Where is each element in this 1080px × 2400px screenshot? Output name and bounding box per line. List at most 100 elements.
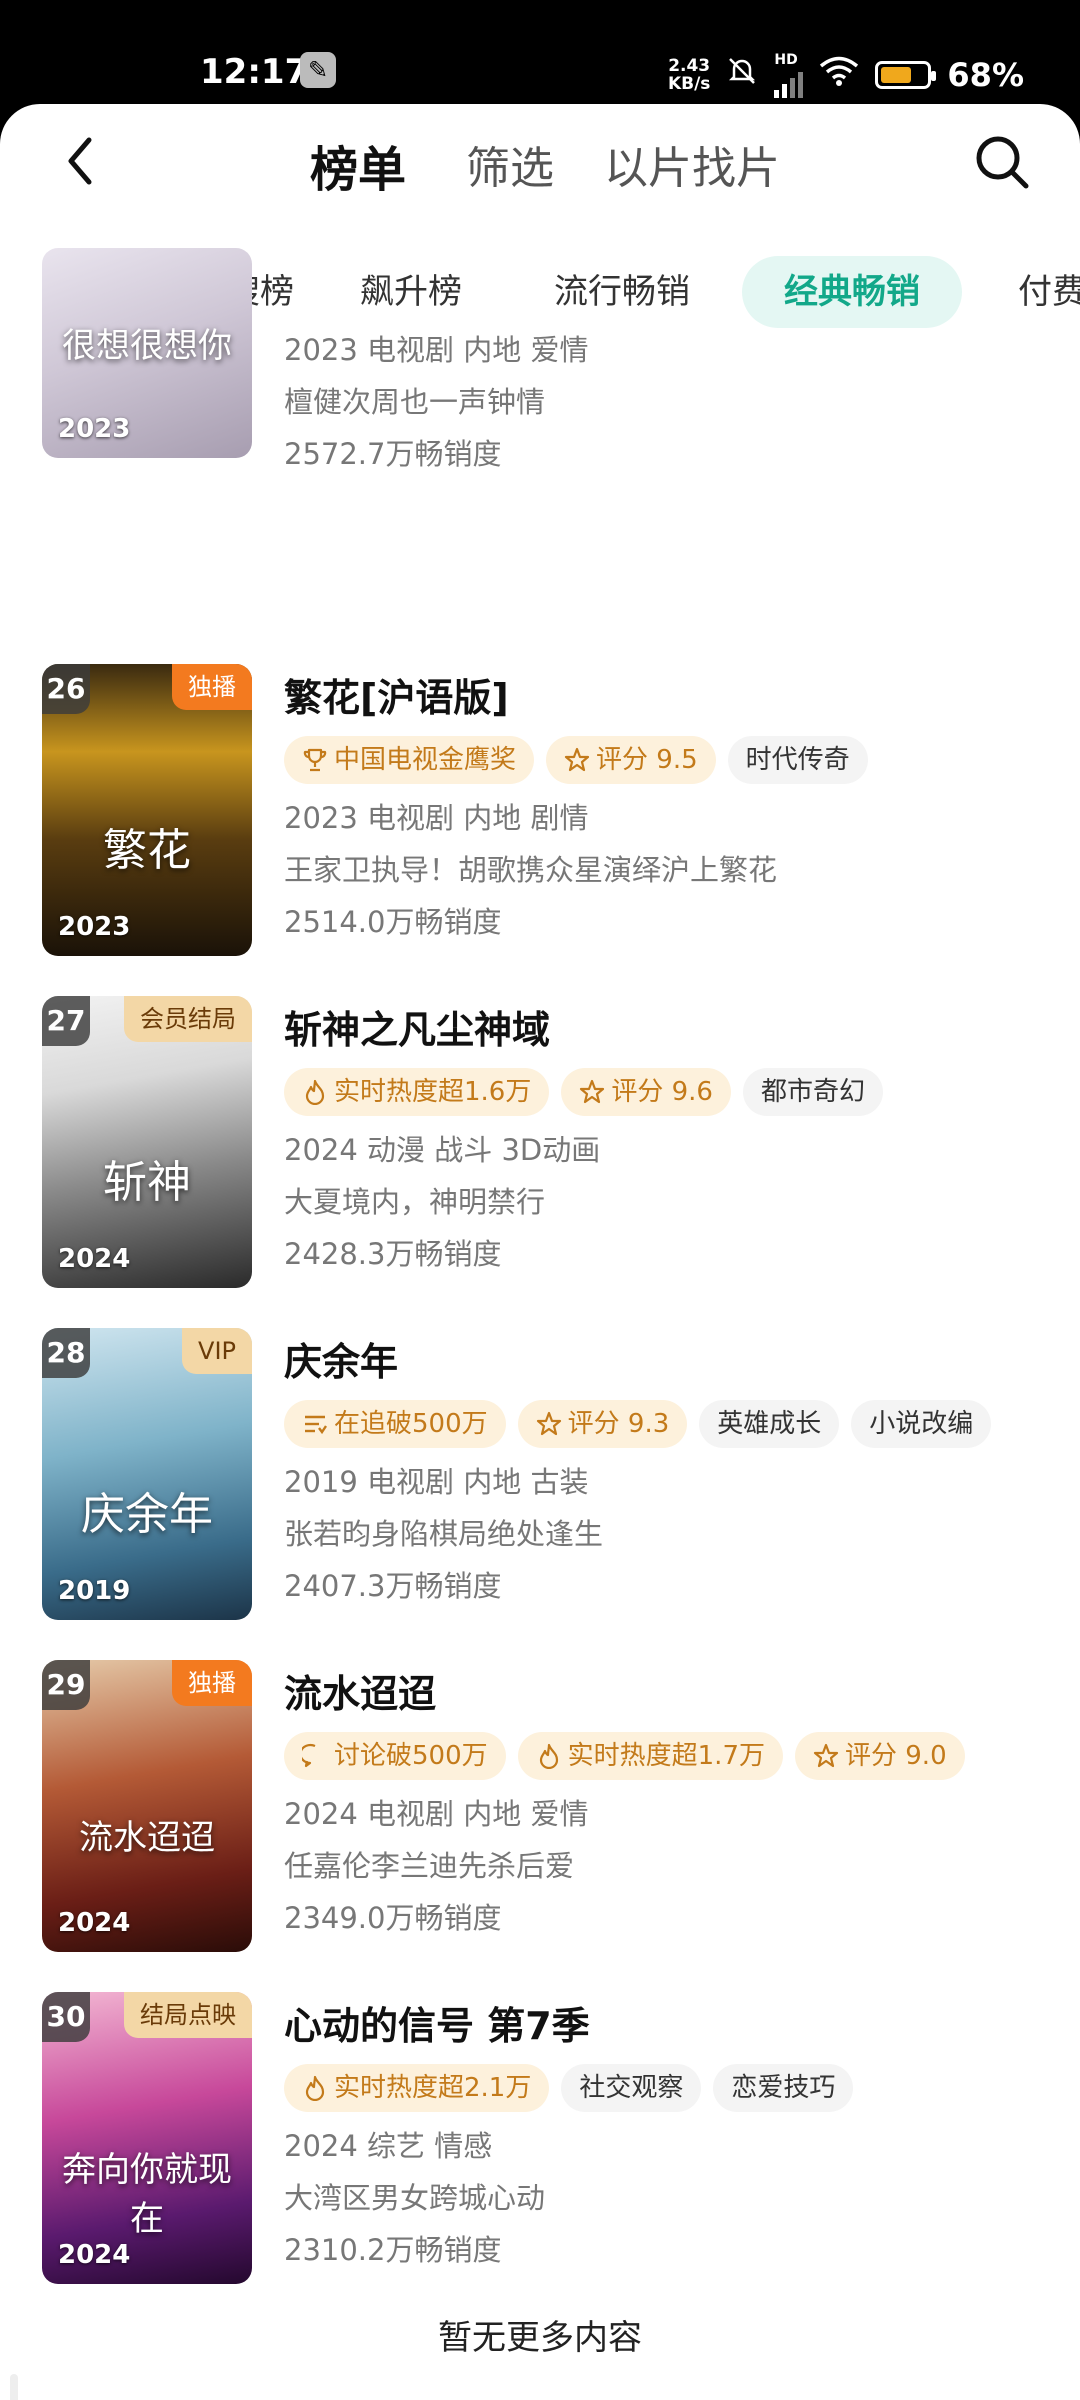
item-description: 任嘉伦李兰迪先杀后爱 bbox=[284, 1849, 575, 1883]
item-description: 张若昀身陷棋局绝处逢生 bbox=[284, 1517, 604, 1551]
poster-badge: VIP bbox=[182, 1328, 252, 1374]
tag-chip: 评分 9.6 bbox=[561, 1068, 731, 1116]
item-info: 繁花[沪语版] 中国电视金鹰奖 评分 9.5 时代传奇 2023 电视剧 内地 剧情 王家… bbox=[284, 664, 1064, 948]
list-item[interactable]: 奔向你就现在 30 结局点映 2024 心动的信号 第7季实时热度超2.1万 社交观察 恋爱… bbox=[0, 1992, 1080, 2288]
poster[interactable]: 奔向你就现在 30 结局点映 2024 bbox=[42, 1992, 252, 2284]
battery-level bbox=[881, 67, 912, 83]
tag-label: 恋爱技巧 bbox=[731, 2073, 836, 2103]
tag-chip[interactable]: 英雄成长 bbox=[699, 1400, 840, 1448]
item-sales: 2572.7万畅销度 bbox=[284, 437, 502, 471]
poster[interactable]: 很想很想你 2023 bbox=[42, 248, 252, 458]
item-sales: 2349.0万畅销度 bbox=[284, 1901, 502, 1935]
item-info: 庆余年在追破500万 评分 9.3 英雄成长 小说改编 2019 电视剧 内地 古装 张若… bbox=[284, 1328, 1064, 1612]
tag-row: 在追破500万 评分 9.3 英雄成长 小说改编 bbox=[284, 1400, 1064, 1448]
item-meta: 2019 电视剧 内地 古装 bbox=[284, 1465, 589, 1499]
tag-row: 中国电视金鹰奖 评分 9.5 时代传奇 bbox=[284, 736, 1064, 784]
rank-number: 29 bbox=[42, 1660, 90, 1710]
search-button[interactable] bbox=[972, 132, 1032, 192]
poster-title: 流水迢迢 bbox=[79, 1818, 215, 1858]
tag-label: 评分 9.6 bbox=[611, 1077, 713, 1107]
battery-icon bbox=[875, 61, 937, 89]
tag-chip[interactable]: 恋爱技巧 bbox=[713, 2064, 854, 2112]
tag-chip[interactable]: 社交观察 bbox=[561, 2064, 702, 2112]
wifi-icon bbox=[819, 55, 859, 95]
tag-label: 社交观察 bbox=[579, 2073, 684, 2103]
network-speed-unit: KB/s bbox=[667, 74, 711, 94]
tag-chip[interactable]: 时代传奇 bbox=[727, 736, 868, 784]
poster[interactable]: 庆余年 28 VIP 2019 bbox=[42, 1328, 252, 1620]
top-nav: 榜单 筛选 以片找片 bbox=[0, 104, 1080, 224]
list-item[interactable]: 繁花 26 独播 2023 繁花[沪语版] 中国电视金鹰奖 评分 9.5 时代传奇 2023 电… bbox=[0, 664, 1080, 960]
status-time: 12:17 bbox=[200, 52, 309, 92]
poster[interactable]: 斩神 27 会员结局 2024 bbox=[42, 996, 252, 1288]
tag-label: 都市奇幻 bbox=[760, 1077, 865, 1107]
scroll-handle[interactable] bbox=[10, 2374, 18, 2400]
poster-title: 庆余年 bbox=[81, 1489, 213, 1540]
tab-ranking[interactable]: 榜单 bbox=[310, 130, 406, 200]
star-icon bbox=[564, 747, 590, 773]
list-item[interactable]: 庆余年 28 VIP 2019 庆余年 在追破500万 评分 9.3 英雄成长 小说改编 2019… bbox=[0, 1328, 1080, 1624]
poster-year: 2019 bbox=[58, 1576, 131, 1606]
tag-chip: 评分 9.5 bbox=[546, 736, 716, 784]
tag-chip: 实时热度超2.1万 bbox=[284, 2064, 550, 2112]
tag-chip: 在追破500万 bbox=[284, 1400, 506, 1448]
tag-chip[interactable]: 小说改编 bbox=[851, 1400, 992, 1448]
item-meta: 2024 动漫 战斗 3D动画 bbox=[284, 1133, 601, 1167]
chip-popular-sales[interactable]: 流行畅销 bbox=[512, 256, 732, 328]
poster[interactable]: 流水迢迢 29 独播 2024 bbox=[42, 1660, 252, 1952]
item-description: 大夏境内，神明禁行 bbox=[284, 1185, 546, 1219]
network-type: HD bbox=[774, 52, 798, 68]
tag-label: 评分 9.3 bbox=[567, 1409, 670, 1439]
poster-title: 繁花 bbox=[103, 825, 191, 876]
poster-year: 2023 bbox=[58, 912, 131, 942]
item-sales: 2407.3万畅销度 bbox=[284, 1569, 502, 1603]
chip-paid[interactable]: 付费 bbox=[976, 256, 1080, 328]
list-item[interactable]: 流水迢迢 29 独播 2024 流水迢迢 讨论破500万 实时热度超1.7万 评分 9.0 20… bbox=[0, 1660, 1080, 1956]
rank-number: 30 bbox=[42, 1992, 90, 2042]
tag-label: 小说改编 bbox=[869, 1409, 974, 1439]
item-info: 流水迢迢 讨论破500万 实时热度超1.7万 评分 9.0 2024 电视剧 内地 爱情… bbox=[284, 1660, 1064, 1944]
poster-badge: 独播 bbox=[172, 1660, 252, 1706]
list-item[interactable]: 很想很想你 2023 2023 电视剧 内地 爱情 檀健次周也一声钟情 2572.7万畅… bbox=[0, 248, 1080, 471]
list-item[interactable]: 斩神 27 会员结局 2024 斩神之凡尘神域实时热度超1.6万 评分 9.6 都市奇幻 20… bbox=[0, 996, 1080, 1292]
mute-bell-icon bbox=[726, 55, 758, 95]
item-title[interactable]: 斩神之凡尘神域 bbox=[284, 1004, 1064, 1056]
tag-chip: 评分 9.0 bbox=[795, 1732, 965, 1780]
wrench-icon: ✎ bbox=[300, 52, 336, 88]
tag-label: 在追破500万 bbox=[334, 1409, 488, 1439]
rank-number: 26 bbox=[42, 664, 90, 714]
tag-label: 评分 9.0 bbox=[845, 1741, 947, 1771]
poster-year: 2024 bbox=[58, 1244, 131, 1274]
tag-chip[interactable]: 都市奇幻 bbox=[742, 1068, 883, 1116]
poster-year: 2024 bbox=[58, 2240, 131, 2270]
item-title[interactable]: 繁花[沪语版] bbox=[284, 672, 1064, 724]
no-more-content: 暂无更多内容 bbox=[438, 2318, 642, 2358]
trophy-icon bbox=[302, 747, 328, 773]
item-description: 王家卫执导！胡歌携众星演绎沪上繁花 bbox=[284, 853, 778, 887]
back-button[interactable] bbox=[50, 128, 110, 194]
tag-label: 中国电视金鹰奖 bbox=[334, 745, 517, 775]
poster-year: 2024 bbox=[58, 1908, 131, 1938]
tag-row: 实时热度超1.6万 评分 9.6 都市奇幻 bbox=[284, 1068, 1064, 1116]
item-title[interactable]: 流水迢迢 bbox=[284, 1668, 1064, 1720]
flame-icon bbox=[302, 2075, 328, 2101]
tag-label: 实时热度超1.6万 bbox=[334, 1077, 532, 1107]
cell-signal: HD bbox=[774, 52, 804, 98]
item-title[interactable]: 庆余年 bbox=[284, 1336, 1064, 1388]
tag-row: 讨论破500万 实时热度超1.7万 评分 9.0 bbox=[284, 1732, 1064, 1780]
chevron-left-icon bbox=[68, 137, 92, 185]
tab-find-by-clip[interactable]: 以片找片 bbox=[604, 132, 780, 196]
tag-chip: 实时热度超1.6万 bbox=[284, 1068, 550, 1116]
item-info: 心动的信号 第7季 实时热度超2.1万 社交观察 恋爱技巧 2024 综艺 情感 大湾区男… bbox=[284, 1992, 1064, 2276]
poster[interactable]: 繁花 26 独播 2023 bbox=[42, 664, 252, 956]
list-icon bbox=[302, 1411, 328, 1437]
status-right: 2.43 KB/s HD 68% bbox=[668, 52, 1024, 98]
item-sales: 2514.0万畅销度 bbox=[284, 905, 502, 939]
item-title[interactable]: 心动的信号 第7季 bbox=[284, 2000, 1064, 2052]
tab-filter[interactable]: 筛选 bbox=[466, 132, 554, 196]
chip-classic-sales[interactable]: 经典畅销 bbox=[742, 256, 962, 328]
chip-rising[interactable]: 飙升榜 bbox=[318, 256, 504, 328]
star-icon bbox=[579, 1079, 605, 1105]
item-description: 檀健次周也一声钟情 bbox=[284, 385, 546, 419]
flame-icon bbox=[536, 1743, 562, 1769]
